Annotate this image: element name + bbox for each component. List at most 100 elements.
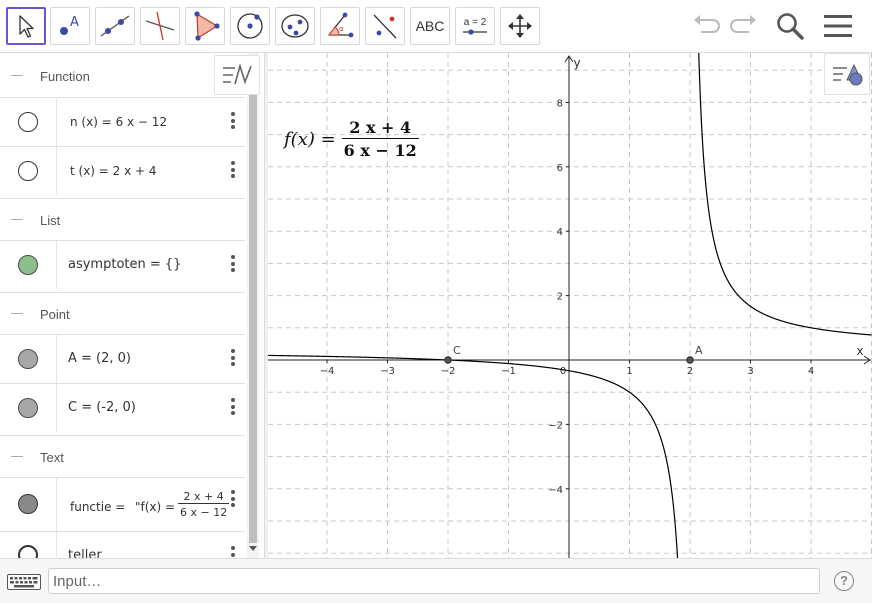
scrollbar-thumb[interactable] bbox=[249, 93, 257, 543]
x-tick-label: −3 bbox=[380, 366, 395, 377]
text-tool-label: ABC bbox=[415, 18, 445, 34]
visibility-toggle[interactable] bbox=[18, 112, 38, 132]
point-c-label: C bbox=[453, 344, 461, 357]
angle-tool[interactable]: α bbox=[320, 7, 360, 45]
x-tick-label: 2 bbox=[687, 366, 693, 377]
undo-button[interactable] bbox=[688, 8, 724, 44]
perpendicular-icon bbox=[145, 11, 175, 41]
more-options-icon[interactable] bbox=[231, 349, 235, 369]
item-text: C = (-2, 0) bbox=[68, 400, 136, 415]
scroll-down-icon[interactable] bbox=[248, 545, 258, 553]
visibility-toggle[interactable] bbox=[18, 545, 38, 558]
group-header-function[interactable]: Function bbox=[0, 55, 245, 99]
y-tick-label: 8 bbox=[557, 98, 563, 109]
move-arrows-icon bbox=[508, 14, 532, 38]
y-tick-label: 4 bbox=[557, 227, 563, 238]
algebra-view: Function n (x) = 6 x − 12 t (x) = 2 x + … bbox=[0, 53, 264, 558]
list-item[interactable]: t (x) = 2 x + 4 bbox=[0, 146, 245, 195]
menu-icon bbox=[824, 15, 852, 37]
graphics-formula-text[interactable]: f(x) = 2 x + 4 6 x − 12 bbox=[284, 118, 419, 160]
list-item[interactable]: asymptoten = {} bbox=[0, 240, 245, 289]
item-text: teller bbox=[68, 548, 102, 558]
graphics-style-button[interactable] bbox=[824, 53, 870, 95]
circle-center-tool[interactable] bbox=[230, 7, 270, 45]
collapse-icon[interactable] bbox=[11, 219, 23, 220]
formula-numerator: 2 x + 4 bbox=[349, 118, 412, 137]
input-field[interactable] bbox=[48, 568, 820, 594]
more-options-icon[interactable] bbox=[231, 398, 235, 418]
more-options-icon[interactable] bbox=[231, 546, 235, 558]
more-options-icon[interactable] bbox=[231, 255, 235, 275]
visibility-toggle[interactable] bbox=[18, 494, 38, 514]
item-text-prefix: functie = bbox=[70, 500, 126, 514]
formula-fraction: 2 x + 4 6 x − 12 bbox=[341, 118, 419, 160]
perpendicular-line-tool[interactable] bbox=[140, 7, 180, 45]
angle-icon: α bbox=[328, 12, 354, 38]
list-item[interactable]: functie = "f(x) = 2 x + 4 6 x − 12 bbox=[0, 477, 245, 531]
ellipse-icon bbox=[281, 14, 309, 38]
list-item[interactable]: teller bbox=[0, 531, 245, 558]
search-button[interactable] bbox=[772, 8, 808, 44]
graph-branch-left bbox=[268, 354, 679, 558]
group-title: Function bbox=[40, 69, 90, 84]
help-button[interactable]: ? bbox=[834, 571, 854, 591]
group-header-text[interactable]: Text bbox=[0, 435, 245, 479]
x-tick-label: −2 bbox=[441, 366, 456, 377]
move-tool[interactable] bbox=[6, 7, 46, 45]
graphics-style-icon bbox=[833, 63, 863, 86]
line-icon bbox=[100, 15, 130, 37]
point-icon: A bbox=[60, 15, 79, 35]
algebra-style-button[interactable] bbox=[214, 55, 260, 95]
search-icon bbox=[777, 13, 804, 40]
collapse-icon[interactable] bbox=[11, 313, 23, 314]
geogebra-app: A α ABC a = 2 Function n (x) = 6 x − 12 … bbox=[0, 0, 872, 603]
x-axis-label: x bbox=[856, 344, 863, 358]
point-c bbox=[444, 356, 452, 364]
y-axis-label: y bbox=[573, 56, 580, 70]
group-header-point[interactable]: Point bbox=[0, 292, 245, 336]
move-graphics-tool[interactable] bbox=[500, 7, 540, 45]
fraction-denominator: 6 x − 12 bbox=[178, 503, 230, 519]
fraction-numerator: 2 x + 4 bbox=[183, 490, 224, 503]
svg-text:A: A bbox=[70, 15, 79, 30]
keyboard-button[interactable] bbox=[0, 569, 48, 595]
slider-icon bbox=[463, 28, 487, 35]
redo-button[interactable] bbox=[726, 8, 762, 44]
visibility-toggle[interactable] bbox=[18, 255, 38, 275]
reflect-tool[interactable] bbox=[365, 7, 405, 45]
collapse-icon[interactable] bbox=[11, 456, 23, 457]
line-tool[interactable] bbox=[95, 7, 135, 45]
more-options-icon[interactable] bbox=[231, 112, 235, 132]
visibility-toggle[interactable] bbox=[18, 161, 38, 181]
more-options-icon[interactable] bbox=[231, 161, 235, 181]
list-item[interactable]: C = (-2, 0) bbox=[0, 383, 245, 432]
y-tick-label: 2 bbox=[557, 292, 563, 303]
x-tick-label: 0 bbox=[560, 366, 566, 377]
ellipse-tool[interactable] bbox=[275, 7, 315, 45]
group-title: List bbox=[40, 213, 61, 228]
svg-text:α: α bbox=[339, 25, 344, 33]
x-tick-label: 3 bbox=[747, 366, 753, 377]
formula-lhs: f(x) = bbox=[284, 128, 336, 150]
list-item[interactable]: n (x) = 6 x − 12 bbox=[0, 97, 245, 146]
text-tool[interactable]: ABC bbox=[410, 7, 450, 45]
x-tick-label: 1 bbox=[626, 366, 632, 377]
list-item[interactable]: A = (2, 0) bbox=[0, 334, 245, 383]
menu-button[interactable] bbox=[820, 8, 856, 44]
group-header-list[interactable]: List bbox=[0, 198, 245, 242]
formula-denominator: 6 x − 12 bbox=[341, 138, 419, 160]
item-fraction: 2 x + 4 6 x − 12 bbox=[178, 490, 230, 519]
point-tool[interactable]: A bbox=[50, 7, 90, 45]
collapse-icon[interactable] bbox=[11, 75, 23, 76]
sort-style-icon bbox=[223, 63, 252, 85]
x-tick-label: −4 bbox=[320, 366, 335, 377]
slider-tool[interactable]: a = 2 bbox=[455, 7, 495, 45]
item-text: n (x) = 6 x − 12 bbox=[70, 115, 168, 129]
y-tick-label: −4 bbox=[548, 485, 563, 496]
more-options-icon[interactable] bbox=[231, 490, 235, 510]
polygon-tool[interactable] bbox=[185, 7, 225, 45]
circle-icon bbox=[237, 13, 263, 39]
visibility-toggle[interactable] bbox=[18, 398, 38, 418]
visibility-toggle[interactable] bbox=[18, 349, 38, 369]
redo-icon bbox=[730, 15, 756, 33]
